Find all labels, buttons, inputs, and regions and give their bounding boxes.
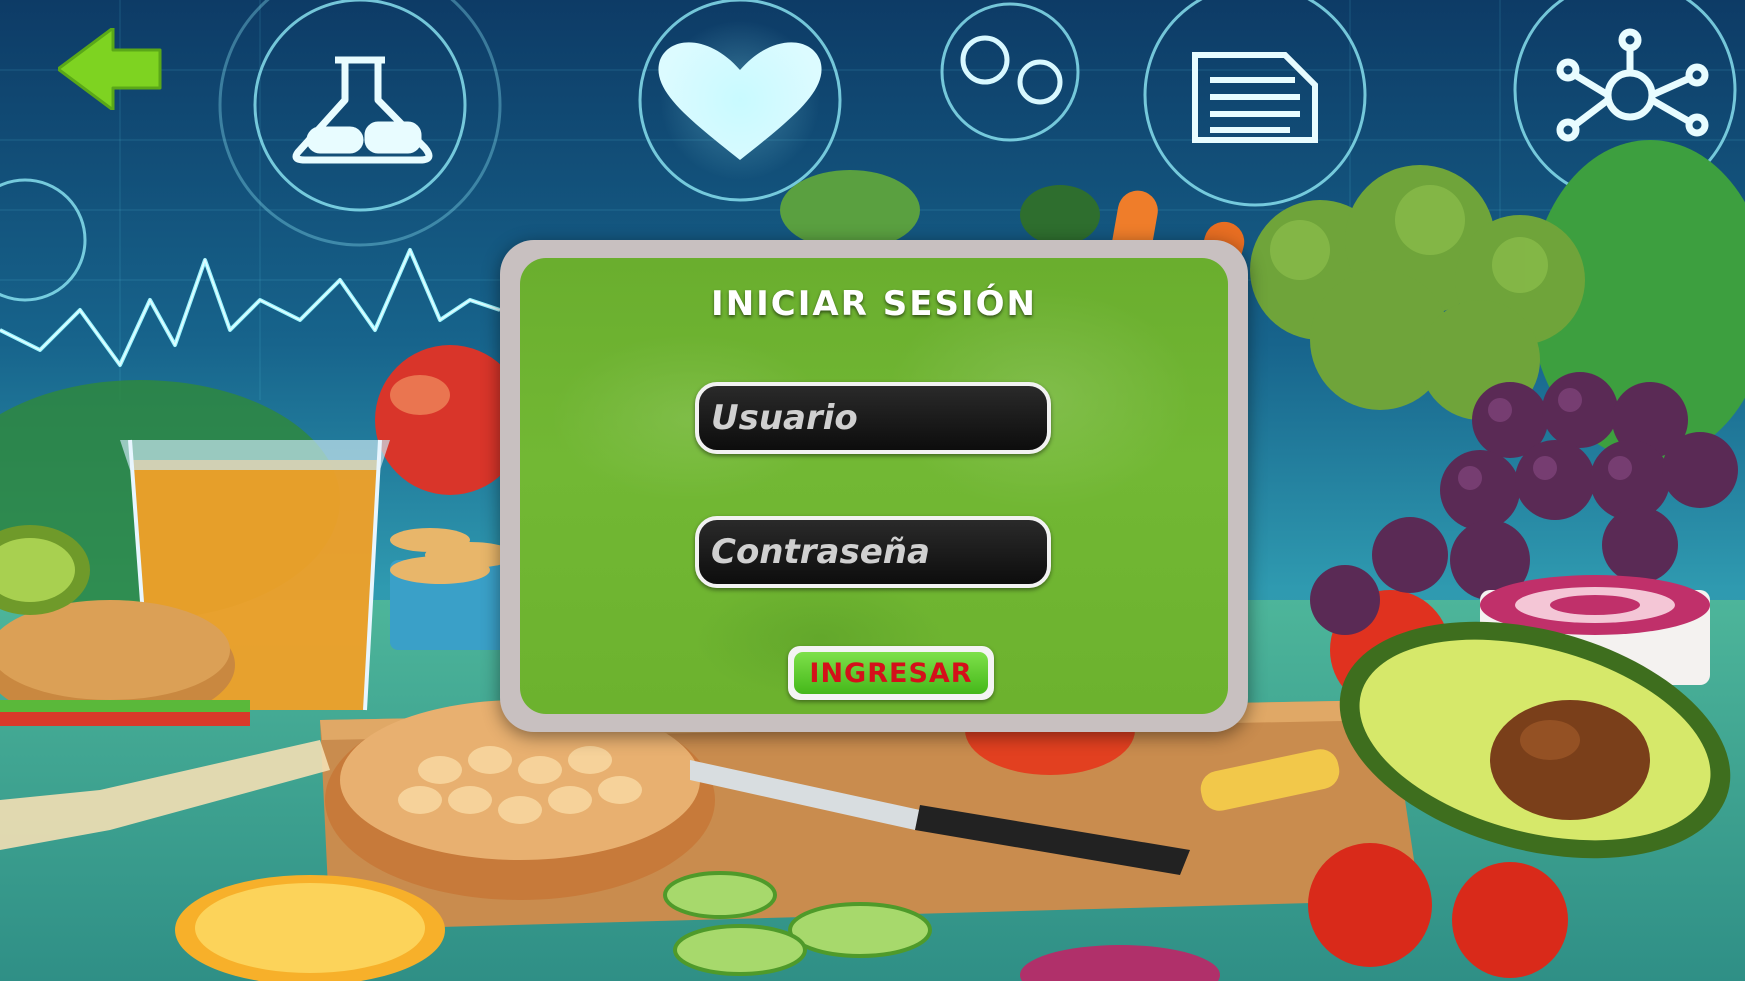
submit-button-frame: INGRESAR xyxy=(788,646,994,700)
password-field-container[interactable] xyxy=(695,516,1051,588)
login-dialog-frame: INICIAR SESIÓN INGRESAR xyxy=(500,240,1248,732)
username-input[interactable] xyxy=(699,386,1047,450)
login-submit-button[interactable]: INGRESAR xyxy=(794,652,988,694)
login-title: INICIAR SESIÓN xyxy=(711,284,1037,324)
password-input[interactable] xyxy=(699,520,1047,584)
login-dialog: INICIAR SESIÓN INGRESAR xyxy=(520,258,1228,714)
back-arrow-icon[interactable] xyxy=(58,28,168,110)
username-field-container[interactable] xyxy=(695,382,1051,454)
